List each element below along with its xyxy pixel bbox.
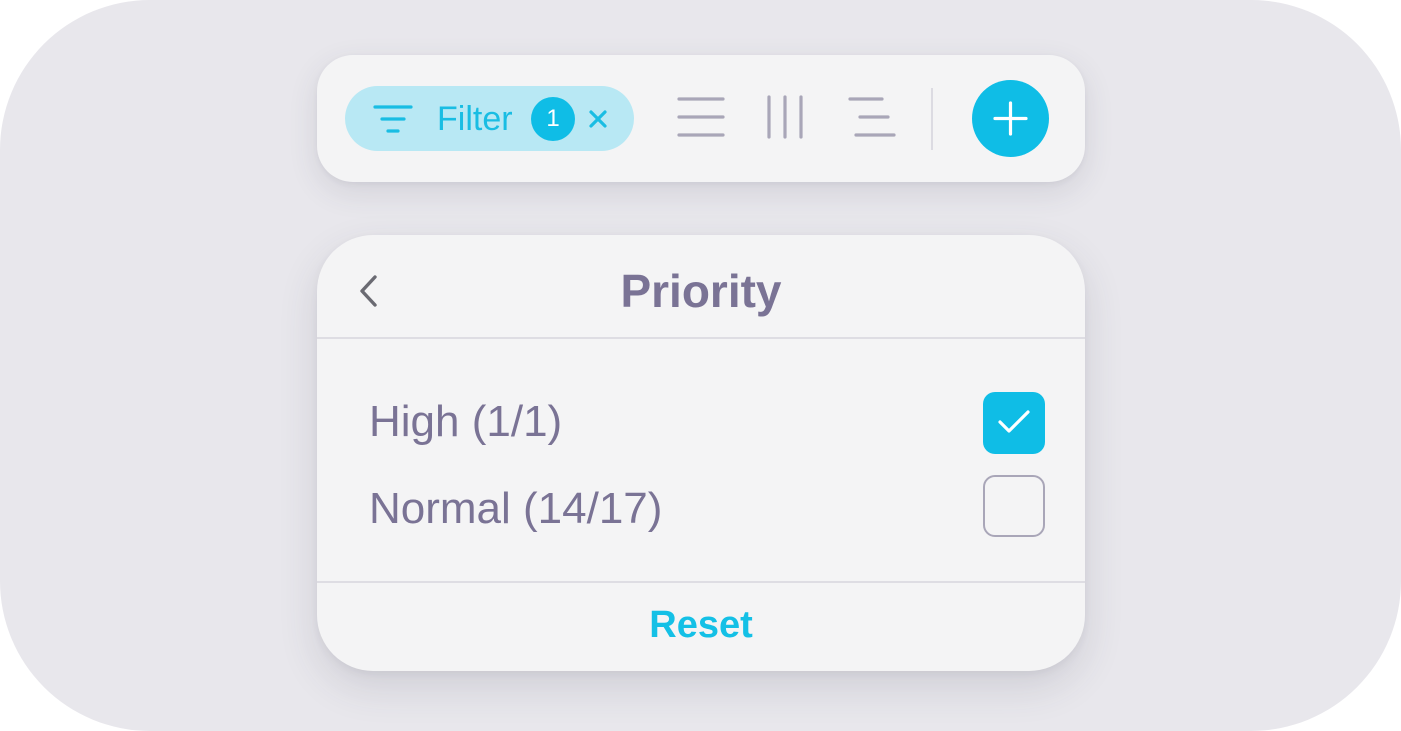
align-view-icon[interactable] [848,95,896,139]
toolbar: Filter 1 [317,55,1085,182]
toolbar-divider [931,88,933,150]
list-view-icon[interactable] [677,95,725,139]
checkbox-high[interactable] [983,392,1045,454]
header-divider [317,337,1085,339]
checkbox-normal[interactable] [983,475,1045,537]
column-view-icon[interactable] [765,95,805,139]
filter-button[interactable]: Filter 1 [345,86,634,151]
panel-title: Priority [620,265,782,317]
reset-button[interactable]: Reset [317,603,1085,647]
priority-filter-panel: Priority High (1/1) Normal (14/17) Reset [317,235,1085,671]
option-label-normal: Normal (14/17) [369,484,663,533]
footer-divider [317,581,1085,583]
close-icon[interactable] [587,108,609,130]
option-label-high: High (1/1) [369,397,563,446]
filter-label: Filter [437,100,513,138]
background-stage: Filter 1 Priority High (1/1) Normal (14/… [0,0,1401,731]
filter-icon [373,103,413,135]
plus-icon [993,101,1028,136]
add-button[interactable] [972,80,1049,157]
filter-count-badge: 1 [531,97,575,141]
checkmark-icon [998,410,1030,433]
